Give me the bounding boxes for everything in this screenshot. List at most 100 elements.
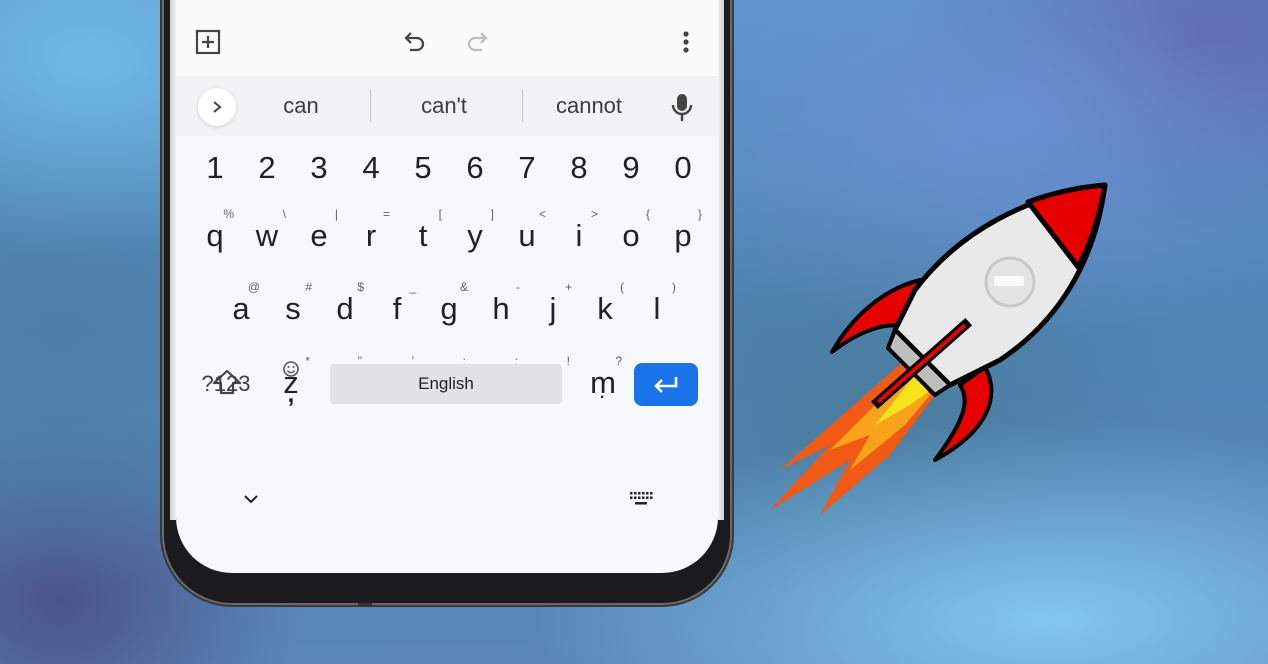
key-label: 2	[258, 149, 276, 185]
key-label: 3	[310, 149, 328, 185]
key-h[interactable]: h-	[476, 276, 526, 340]
rocket-flame	[770, 360, 935, 515]
chevron-down-icon[interactable]	[238, 488, 264, 510]
key-label: p	[674, 217, 692, 253]
key-label: t	[418, 217, 428, 253]
keyboard-icon[interactable]	[628, 488, 654, 510]
key-label: u	[518, 217, 536, 253]
letter-row-2: a @ s # d $ f _ g & h - j + k(l)	[176, 276, 718, 340]
key-u[interactable]: u <	[502, 203, 552, 267]
key-label: 1	[206, 149, 224, 185]
key-f[interactable]: f _	[372, 276, 422, 340]
key-label: o	[622, 217, 640, 253]
key-label: g	[440, 290, 458, 326]
suggestion-item[interactable]: can't	[388, 76, 500, 136]
key-label: a	[232, 290, 250, 326]
key-hint: &	[459, 280, 468, 294]
key-label: w	[255, 217, 279, 253]
phone-bottom-port	[358, 603, 372, 607]
keyboard-screen: can can't cannot 1234567890 q% w \ e | r = t[y]…	[176, 0, 718, 573]
comma-label: ,	[287, 381, 295, 408]
phone-edge-right	[718, 0, 724, 520]
key-hint: )	[672, 280, 676, 294]
key-r[interactable]: r =	[346, 203, 396, 267]
enter-icon	[654, 376, 678, 393]
key-2[interactable]: 2	[242, 135, 292, 199]
key-j[interactable]: j +	[528, 276, 578, 340]
key-1[interactable]: 1	[190, 135, 240, 199]
phone-frame: can can't cannot 1234567890 q% w \ e | r = t[y]…	[162, 0, 732, 607]
key-y[interactable]: y]	[450, 203, 500, 267]
key-label: 6	[466, 149, 484, 185]
key-label: e	[310, 217, 328, 253]
key-label: h	[492, 290, 510, 326]
key-label: l	[653, 290, 661, 326]
key-hint: *	[305, 354, 310, 368]
key-4[interactable]: 4	[346, 135, 396, 199]
key-o[interactable]: o{	[606, 203, 656, 267]
key-d[interactable]: d $	[320, 276, 370, 340]
symbols-key[interactable]: ?123	[196, 364, 256, 404]
more-vert-icon[interactable]	[672, 28, 700, 56]
key-e[interactable]: e |	[294, 203, 344, 267]
key-l[interactable]: l)	[632, 276, 682, 340]
key-label: k	[597, 290, 613, 326]
key-hint: {	[645, 207, 650, 221]
emoji-icon	[283, 361, 299, 377]
key-label: 4	[362, 149, 380, 185]
key-hint: <	[538, 207, 546, 221]
key-s[interactable]: s #	[268, 276, 318, 340]
redo-icon[interactable]	[464, 28, 492, 56]
space-key[interactable]: English	[330, 364, 562, 404]
key-a[interactable]: a @	[216, 276, 266, 340]
enter-key[interactable]	[634, 363, 698, 406]
key-label: 8	[570, 149, 588, 185]
key-label: 9	[622, 149, 640, 185]
period-key[interactable]: .	[584, 364, 620, 404]
key-3[interactable]: 3	[294, 135, 344, 199]
key-hint: _	[409, 280, 416, 294]
key-hint: #	[305, 280, 312, 294]
number-row: 1234567890	[176, 135, 718, 199]
key-w[interactable]: w \	[242, 203, 292, 267]
key-label: q	[206, 217, 224, 253]
key-hint: $	[357, 280, 364, 294]
key-hint: \	[282, 207, 286, 221]
add-box-icon[interactable]	[194, 28, 222, 56]
key-label: r	[365, 217, 377, 253]
key-hint: -	[516, 280, 520, 294]
key-6[interactable]: 6	[450, 135, 500, 199]
key-label: s	[285, 290, 301, 326]
suggestion-strip: can can't cannot	[176, 76, 718, 136]
rocket-illustration	[760, 170, 1130, 530]
keyboard-toolbar	[176, 0, 718, 76]
key-label: 5	[414, 149, 432, 185]
key-k[interactable]: k(	[580, 276, 630, 340]
key-hint: @	[247, 280, 260, 294]
suggestion-divider	[370, 90, 371, 122]
key-hint: (	[620, 280, 624, 294]
key-hint: ]	[490, 207, 494, 221]
key-5[interactable]: 5	[398, 135, 448, 199]
key-8[interactable]: 8	[554, 135, 604, 199]
chevron-right-icon	[213, 101, 222, 113]
key-9[interactable]: 9	[606, 135, 656, 199]
key-7[interactable]: 7	[502, 135, 552, 199]
key-hint: =	[382, 207, 390, 221]
suggestion-item[interactable]: cannot	[538, 76, 640, 136]
key-q[interactable]: q%	[190, 203, 240, 267]
key-g[interactable]: g &	[424, 276, 474, 340]
comma-emoji-key[interactable]: ,	[276, 358, 306, 410]
undo-icon[interactable]	[400, 28, 428, 56]
key-i[interactable]: i >	[554, 203, 604, 267]
rocket-body	[870, 182, 1108, 410]
key-label: f	[392, 290, 402, 326]
expand-button[interactable]	[198, 88, 236, 126]
key-p[interactable]: p}	[658, 203, 708, 267]
mic-icon[interactable]	[668, 92, 696, 122]
suggestion-item[interactable]: can	[246, 76, 356, 136]
key-t[interactable]: t[	[398, 203, 448, 267]
key-0[interactable]: 0	[658, 135, 708, 199]
key-label: 7	[518, 149, 536, 185]
key-label: 0	[674, 149, 692, 185]
